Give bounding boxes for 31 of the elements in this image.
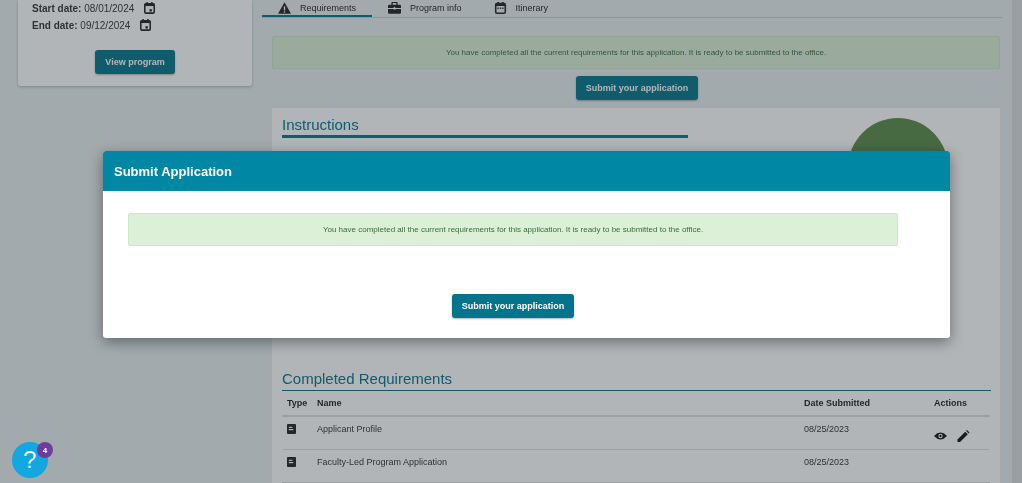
dialog-title: Submit Application — [103, 151, 950, 191]
table-cell-text: 08/25/2023 — [804, 424, 851, 434]
column-header: Name — [317, 398, 343, 408]
table-cell-text: 08/25/2023 — [804, 457, 851, 467]
success-alert: You have completed all the current requirements for this application. It is ready to be submitted to the office. — [272, 36, 1000, 69]
submit-application-button[interactable]: Submit your application — [575, 76, 699, 100]
instructions-heading: Instructions — [282, 116, 360, 133]
column-header: Actions — [934, 398, 968, 408]
pencil-icon[interactable] — [957, 430, 970, 442]
tab[interactable]: Program info — [372, 0, 478, 17]
briefcase-icon — [388, 1, 402, 14]
success-alert: You have completed all the current requirements for this application. It is ready to be submitted to the office. — [128, 213, 898, 246]
calendar-icon[interactable] — [140, 19, 152, 31]
table-cell-text: Faculty-Led Program Application — [317, 457, 449, 467]
document-icon — [287, 424, 296, 434]
submit-application-button[interactable]: Submit your application — [451, 294, 575, 318]
view-icon[interactable] — [934, 430, 947, 442]
table-cell-text: Applicant Profile — [317, 424, 384, 434]
calendar-icon — [493, 1, 507, 14]
column-header: Type — [286, 398, 309, 408]
notification-badge: 4 — [37, 442, 53, 458]
completed-requirements-heading: Completed Requirements — [282, 370, 991, 391]
view-program-button[interactable]: View program — [95, 50, 175, 74]
start-date-text: Start date: 08/01/2024 — [32, 3, 135, 14]
calendar-icon[interactable] — [144, 2, 156, 14]
tab[interactable]: Itinerary — [477, 0, 565, 17]
tab[interactable]: Requirements — [262, 0, 373, 17]
column-header: Date Submitted — [804, 398, 871, 408]
end-date-text: End date: 09/12/2024 — [32, 19, 131, 31]
warning-icon — [278, 1, 291, 14]
document-icon — [287, 457, 296, 467]
